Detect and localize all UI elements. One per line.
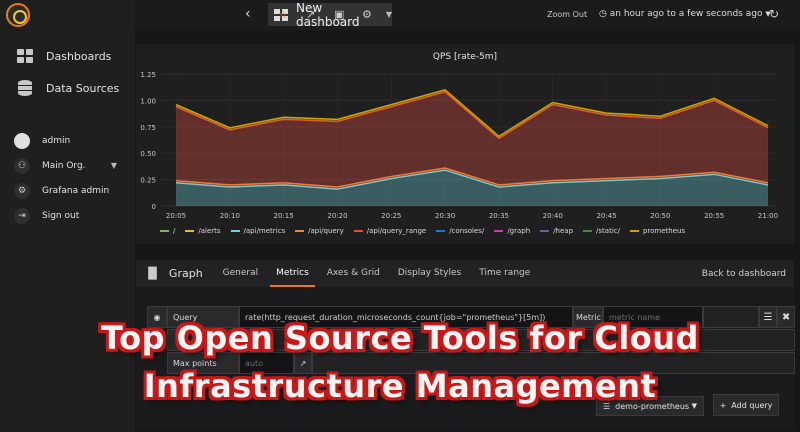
time-range-label: an hour ago to a few seconds ago (609, 9, 763, 19)
x-tick-label: 20:35 (489, 212, 509, 220)
legend-swatch (353, 230, 363, 232)
sidebar-item-label: Grafana admin (42, 185, 110, 196)
headline-line-2: Infrastructure Management (143, 367, 657, 405)
grafana-logo-icon[interactable] (6, 3, 30, 27)
x-tick-label: 20:25 (381, 212, 401, 220)
sidebar-item-sign-out[interactable]: ⇥ Sign out (0, 203, 135, 228)
y-tick-label: 0 (152, 203, 156, 211)
sidebar-item-label: Sign out (42, 210, 80, 221)
sidebar-item-data-sources[interactable]: Data Sources (0, 72, 135, 104)
save-icon[interactable]: ▣ (334, 8, 344, 21)
sidebar-item-dashboards[interactable]: Dashboards (0, 40, 135, 72)
legend-item[interactable]: /heap (540, 227, 573, 235)
sidebar-item-grafana-admin[interactable]: ⚙ Grafana admin (0, 178, 135, 203)
x-tick-label: 20:05 (166, 212, 186, 220)
y-tick-label: 0.25 (140, 177, 156, 185)
dashboards-grid-icon (16, 48, 34, 64)
tab-general[interactable]: General (223, 260, 258, 287)
legend-swatch (185, 230, 195, 232)
x-tick-label: 21:00 (758, 212, 778, 220)
legend-swatch (583, 230, 593, 232)
sidebar-item-main-org[interactable]: ⚇ Main Org. ▼ (0, 153, 135, 178)
user-nav: admin ⚇ Main Org. ▼ ⚙ Grafana admin ⇥ Si… (0, 128, 135, 228)
tab-axes-grid[interactable]: Axes & Grid (327, 260, 380, 287)
legend-swatch (629, 230, 639, 232)
legend-item[interactable]: /static/ (583, 227, 620, 235)
legend-item[interactable]: /graph (494, 227, 530, 235)
tab-time-range[interactable]: Time range (479, 260, 530, 287)
legend-swatch (436, 230, 446, 232)
avatar (14, 132, 30, 149)
legend-label: /api/metrics (243, 227, 286, 235)
series-area (176, 91, 768, 187)
legend-label: /consoles/ (449, 227, 485, 235)
graph-icon: ▐▌ (144, 267, 161, 280)
zoom-out-button[interactable]: Zoom Out (547, 10, 587, 19)
sidebar-item-label: Main Org. (42, 160, 86, 171)
tab-metrics[interactable]: Metrics (270, 260, 315, 287)
sidebar-item-admin[interactable]: admin (0, 128, 135, 153)
x-tick-label: 20:10 (220, 212, 240, 220)
legend-swatch (160, 230, 169, 232)
legend-swatch (295, 230, 305, 232)
clock-icon: ◷ (599, 9, 607, 19)
y-tick-label: 1.00 (140, 97, 156, 105)
top-navbar: ‹ New dashboard ▼ ☆ ↗ ▣ ⚙ Zoom Out ◷ an … (135, 0, 800, 30)
legend-label: /api/query (308, 227, 344, 235)
legend-swatch (540, 230, 550, 232)
legend-item[interactable]: /api/query (295, 227, 344, 235)
panel-title[interactable]: QPS [rate-5m] (136, 52, 794, 62)
legend-item[interactable]: /alerts (185, 227, 221, 235)
database-icon (16, 80, 34, 96)
time-range-picker[interactable]: ◷ an hour ago to a few seconds ago ▼ (599, 9, 771, 19)
legend-item[interactable]: prometheus (629, 227, 686, 235)
qps-chart: 0 0.25 0.50 0.75 1.00 1.25 20:05 20:10 20:15 20:2… (140, 71, 778, 220)
legend-swatch (230, 230, 240, 232)
legend-label: /alerts (198, 227, 221, 235)
sidebar-item-label: Dashboards (46, 49, 112, 63)
share-icon[interactable]: ↗ (306, 8, 315, 21)
x-tick-label: 20:15 (274, 212, 294, 220)
y-tick-label: 1.25 (140, 71, 156, 79)
caret-down-icon: ▼ (385, 10, 392, 19)
headline-overlay: Top Open Source Tools for Cloud Infrastr… (0, 314, 800, 410)
sign-out-icon: ⇥ (14, 207, 30, 224)
refresh-icon[interactable]: ↻ (769, 7, 779, 21)
x-tick-label: 20:55 (704, 212, 724, 220)
headline-line-1: Top Open Source Tools for Cloud (101, 319, 699, 357)
tab-display-styles[interactable]: Display Styles (398, 260, 461, 287)
legend-swatch (494, 230, 504, 232)
caret-down-icon: ▼ (110, 161, 117, 170)
chart-legend: / /alerts/api/metrics/api/query/api/query… (160, 227, 685, 235)
sidebar-item-label: Data Sources (46, 81, 120, 95)
x-tick-label: 20:50 (650, 212, 670, 220)
panel-type-label: Graph (168, 267, 203, 280)
x-tick-label: 20:20 (327, 212, 347, 220)
chevron-left-icon[interactable]: ‹ (245, 6, 251, 22)
legend-label: /graph (507, 227, 531, 235)
legend-label: / (173, 227, 176, 235)
gear-icon: ⚙ (14, 182, 30, 199)
legend-item[interactable]: /api/metrics (230, 227, 286, 235)
x-tick-label: 20:45 (596, 212, 616, 220)
editor-tabs: ▐▌ Graph General Metrics Axes & Grid Dis… (136, 260, 794, 287)
y-tick-label: 0.75 (140, 124, 156, 132)
graph-panel: 0 0.25 0.50 0.75 1.00 1.25 20:05 20:10 20:15 20:2… (136, 44, 794, 244)
x-tick-label: 20:40 (543, 212, 563, 220)
legend-label: prometheus (642, 227, 686, 235)
x-tick-label: 20:30 (435, 212, 455, 220)
legend-item[interactable]: /consoles/ (436, 227, 484, 235)
legend-item[interactable]: / (160, 227, 175, 235)
sidebar-item-label: admin (42, 135, 71, 146)
settings-gear-icon[interactable]: ⚙ (362, 8, 372, 21)
legend-label: /static/ (596, 227, 620, 235)
org-icon: ⚇ (14, 157, 30, 174)
side-nav: Dashboards Data Sources (0, 40, 135, 104)
legend-item[interactable]: /api/query_range (353, 227, 427, 235)
legend-label: /heap (553, 227, 574, 235)
legend-label: /api/query_range (366, 227, 427, 235)
y-tick-label: 0.50 (140, 150, 156, 158)
back-to-dashboard-button[interactable]: Back to dashboard (702, 269, 786, 279)
star-icon[interactable]: ☆ (278, 8, 288, 21)
